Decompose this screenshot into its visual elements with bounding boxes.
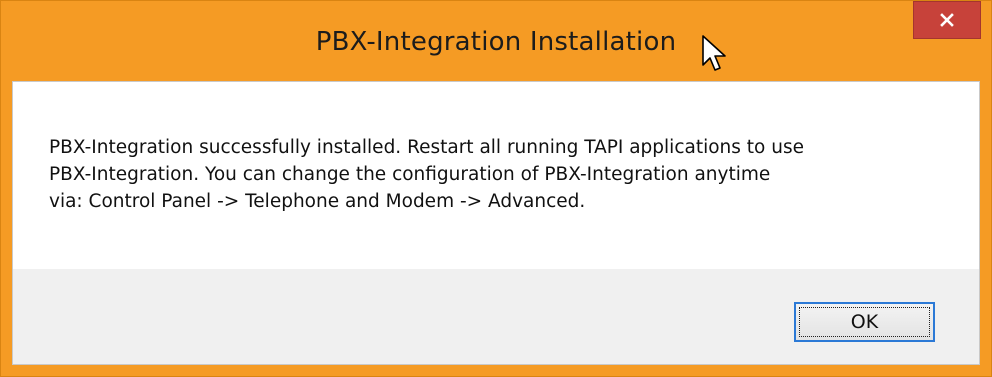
dialog-window: PBX-Integration Installation PBX-Integra… — [0, 0, 992, 377]
ok-button-label: OK — [850, 311, 879, 333]
close-button[interactable] — [913, 1, 981, 39]
message-text: PBX-Integration successfully installed. … — [49, 134, 949, 215]
dialog-body: PBX-Integration successfully installed. … — [12, 81, 980, 365]
close-icon — [940, 13, 954, 27]
window-title: PBX-Integration Installation — [315, 27, 677, 57]
message-line: PBX-Integration. You can change the conf… — [49, 164, 771, 185]
title-bar[interactable]: PBX-Integration Installation — [1, 1, 991, 81]
button-bar: OK — [13, 269, 979, 364]
message-area: PBX-Integration successfully installed. … — [13, 82, 979, 269]
mouse-pointer-icon — [702, 35, 726, 71]
message-line: via: Control Panel -> Telephone and Mode… — [49, 191, 586, 212]
ok-button[interactable]: OK — [794, 302, 935, 342]
message-line: PBX-Integration successfully installed. … — [49, 137, 804, 158]
